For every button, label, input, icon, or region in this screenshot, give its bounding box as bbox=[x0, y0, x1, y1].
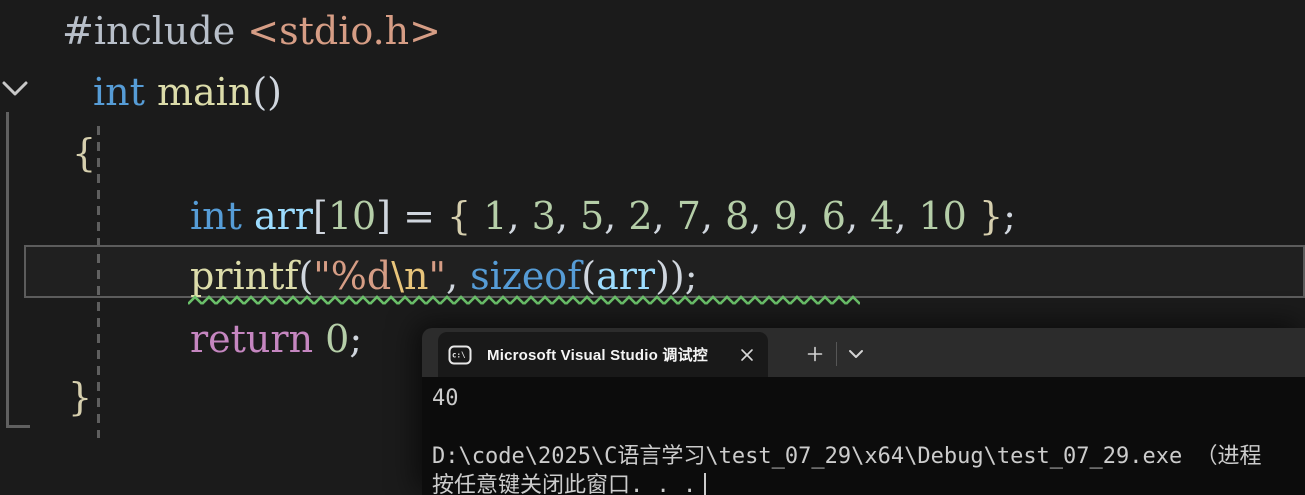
tab-bar-separator bbox=[836, 342, 837, 366]
code-line-4[interactable]: int arr[10] = { 1, 3, 5, 2, 7, 8, 9, 6, … bbox=[190, 191, 1016, 241]
code-token-number: 4 bbox=[870, 194, 895, 238]
code-token-punct: , bbox=[797, 194, 822, 238]
code-token-escape: \n bbox=[391, 254, 429, 298]
code-token-preproc: #include bbox=[62, 9, 248, 53]
terminal-output[interactable]: 40 D:\code\2025\C语言学习\test_07_29\x64\Deb… bbox=[422, 377, 1305, 495]
code-token-punct: , bbox=[445, 254, 471, 298]
code-token-punct: , bbox=[700, 194, 726, 238]
code-token-variable: arr bbox=[596, 254, 656, 298]
code-token-keyword: int bbox=[93, 70, 157, 114]
code-line-1[interactable]: #include <stdio.h> bbox=[62, 6, 441, 56]
code-token-punct: , bbox=[604, 194, 629, 238]
fold-scope-line-end bbox=[6, 425, 30, 428]
console-tab[interactable]: c:\ Microsoft Visual Studio 调试控 bbox=[438, 332, 768, 377]
code-line-7[interactable]: } bbox=[68, 372, 92, 422]
code-line-3[interactable]: { bbox=[72, 128, 96, 178]
code-token-keyword_flow: return bbox=[190, 317, 326, 361]
warning-squiggle-underline bbox=[188, 295, 860, 307]
code-line-6[interactable]: return 0; bbox=[190, 314, 362, 364]
code-line-5[interactable]: printf("%d\n", sizeof(arr)); bbox=[190, 251, 698, 301]
tab-dropdown-button[interactable] bbox=[841, 339, 871, 369]
code-token-number: 10 bbox=[918, 194, 967, 238]
code-token-brace: } bbox=[68, 375, 93, 419]
close-icon[interactable] bbox=[736, 344, 758, 366]
code-token-brace: } bbox=[966, 194, 1004, 238]
code-token-punct: [ bbox=[312, 194, 328, 238]
command-prompt-icon: c:\ bbox=[448, 345, 472, 364]
code-token-punct: ; bbox=[1003, 194, 1016, 238]
code-token-number: 1 bbox=[483, 194, 508, 238]
code-token-punct: ( bbox=[298, 254, 314, 298]
code-token-punct: ; bbox=[349, 317, 363, 361]
code-token-punct: , bbox=[894, 194, 919, 238]
code-token-brace: { bbox=[72, 131, 97, 175]
code-token-punct: , bbox=[845, 194, 871, 238]
code-token-number: 0 bbox=[325, 317, 350, 361]
code-token-punct: , bbox=[507, 194, 532, 238]
fold-scope-line bbox=[6, 112, 9, 428]
code-token-number: 9 bbox=[773, 194, 798, 238]
code-token-punct: , bbox=[652, 194, 677, 238]
terminal-prompt-text: 按任意键关闭此窗口. . . bbox=[432, 473, 697, 495]
code-token-punct: ( bbox=[581, 254, 597, 298]
code-token-punct: )) bbox=[655, 254, 685, 298]
code-token-number: 7 bbox=[676, 194, 701, 238]
code-token-function: main bbox=[156, 70, 253, 114]
new-tab-button[interactable] bbox=[800, 339, 830, 369]
code-token-punct: () bbox=[252, 70, 282, 114]
terminal-cursor bbox=[704, 473, 707, 495]
code-token-keyword: int bbox=[190, 194, 254, 238]
code-token-string: <stdio.h> bbox=[247, 9, 441, 53]
console-tab-title: Microsoft Visual Studio 调试控 bbox=[487, 347, 708, 364]
terminal-line-press-any-key: 按任意键关闭此窗口. . . bbox=[432, 471, 1305, 495]
code-token-number: 8 bbox=[725, 194, 750, 238]
code-token-punct: , bbox=[555, 194, 580, 238]
code-token-punct: = bbox=[403, 194, 447, 238]
code-token-number: 3 bbox=[531, 194, 556, 238]
code-token-function: printf bbox=[190, 254, 299, 298]
chevron-down-icon bbox=[849, 350, 863, 358]
code-token-string: "%d bbox=[313, 254, 392, 298]
code-token-punct: ; bbox=[684, 254, 698, 298]
terminal-line-output-value: 40 bbox=[432, 386, 459, 411]
code-token-number: 5 bbox=[579, 194, 605, 238]
plus-icon bbox=[807, 346, 823, 362]
code-token-punct: ] bbox=[376, 194, 404, 238]
code-token-keyword: sizeof bbox=[470, 254, 582, 298]
code-token-number: 6 bbox=[821, 194, 846, 238]
terminal-line-process-path: D:\code\2025\C语言学习\test_07_29\x64\Debug\… bbox=[432, 444, 1262, 469]
debug-console-window[interactable]: c:\ Microsoft Visual Studio 调试控 40 D:\co… bbox=[422, 328, 1305, 495]
fold-chevron-icon[interactable] bbox=[2, 80, 28, 98]
console-tab-bar: c:\ Microsoft Visual Studio 调试控 bbox=[422, 328, 1305, 377]
code-line-2[interactable]: int main() bbox=[93, 67, 282, 117]
code-token-variable: arr bbox=[253, 194, 313, 238]
svg-text:c:\: c:\ bbox=[452, 350, 466, 359]
code-token-number: 10 bbox=[327, 194, 377, 238]
code-token-number: 2 bbox=[628, 194, 653, 238]
code-token-punct: , bbox=[749, 194, 774, 238]
code-token-string: " bbox=[428, 254, 446, 298]
code-token-brace: { bbox=[447, 194, 484, 238]
